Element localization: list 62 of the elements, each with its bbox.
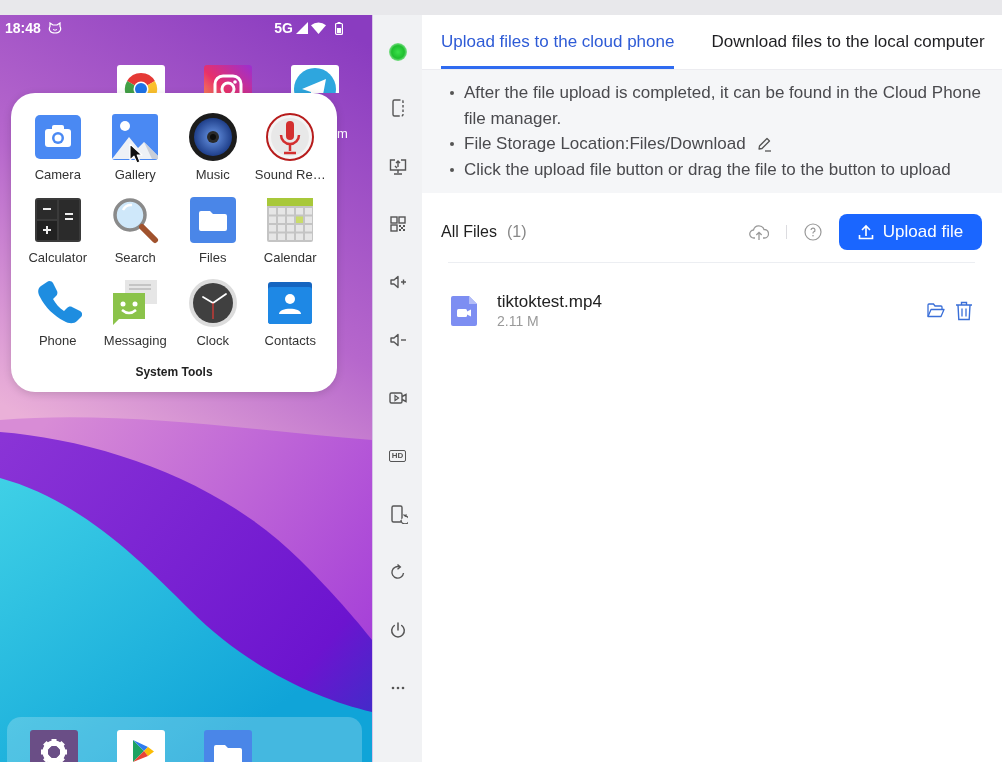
upload-icon: [857, 223, 874, 240]
app-button[interactable]: Contacts: [264, 279, 316, 349]
upload-button[interactable]: Upload file: [839, 213, 982, 250]
qr-code-icon[interactable]: [387, 214, 408, 234]
bullet-icon: [450, 168, 454, 173]
file-count: (1): [507, 222, 527, 241]
calculator-icon: [33, 196, 82, 244]
play-icon[interactable]: [116, 730, 165, 762]
camera-logo-icon[interactable]: [203, 65, 252, 93]
folder-icon[interactable]: [203, 730, 252, 762]
contacts-icon: [266, 279, 315, 327]
app-button[interactable]: Files: [188, 196, 237, 266]
note-text: Click the upload file button or drag the file to the button to upload: [464, 159, 951, 182]
app-button[interactable]: Music: [188, 113, 237, 183]
bullet-icon: [450, 142, 454, 147]
message-icon: [111, 279, 160, 327]
folder-icon: [188, 196, 237, 244]
app-button[interactable]: Messaging: [103, 279, 167, 349]
speaker-icon: [188, 113, 237, 161]
trash-icon[interactable]: [955, 300, 973, 321]
tab[interactable]: Download files to the local computer: [711, 15, 985, 69]
folder-icon[interactable]: [927, 303, 945, 319]
app-label: m: [337, 126, 348, 142]
picture-icon: [111, 113, 160, 161]
app-button[interactable]: Camera: [33, 113, 82, 183]
help-icon[interactable]: [804, 222, 822, 241]
app-button[interactable]: Calendar: [263, 196, 317, 266]
status-time: 18:48: [5, 20, 41, 36]
app-button[interactable]: Phone: [33, 279, 82, 349]
app-button[interactable]: Calculator: [28, 196, 87, 266]
cat-face-icon: [47, 22, 62, 34]
note-text: After the file upload is completed, it can be found in the Cloud Phone file manager.: [464, 82, 982, 130]
app-button[interactable]: Gallery: [111, 113, 160, 183]
video-file-icon: [451, 295, 477, 326]
more-icon[interactable]: [390, 686, 405, 690]
note-text: File Storage Location:Files/Download: [464, 133, 746, 156]
camera-icon: [33, 113, 82, 161]
battery-icon: [335, 21, 343, 35]
app-button[interactable]: Search: [111, 196, 160, 266]
paper-plane-icon[interactable]: [290, 65, 339, 93]
network-label: 5G: [274, 20, 293, 36]
pencil-icon[interactable]: [755, 136, 772, 153]
file-name: tiktoktest.mp4: [497, 291, 602, 311]
hd-button[interactable]: HD: [388, 450, 407, 462]
magnifier-icon: [111, 196, 160, 244]
app-button[interactable]: Sound Re…: [254, 113, 326, 183]
file-size: 2.11 M: [497, 312, 539, 330]
pointer-icon: [129, 143, 143, 164]
status-dot-icon: [388, 42, 407, 61]
app-button[interactable]: Clock: [188, 279, 237, 349]
microphone-icon: [266, 113, 315, 161]
color-wheel-icon[interactable]: [116, 65, 165, 93]
calendar-icon: [266, 196, 315, 244]
signal-icon: [296, 22, 308, 34]
monitor-upload-icon[interactable]: [387, 156, 408, 176]
clock-icon: [188, 279, 237, 327]
bullet-icon: [450, 91, 454, 95]
gear-icon[interactable]: [29, 730, 78, 762]
cloud-upload-icon[interactable]: [749, 222, 769, 241]
section-title: All Files: [441, 222, 497, 241]
wifi-icon: [311, 22, 326, 34]
folder-title: System Tools: [135, 364, 213, 380]
